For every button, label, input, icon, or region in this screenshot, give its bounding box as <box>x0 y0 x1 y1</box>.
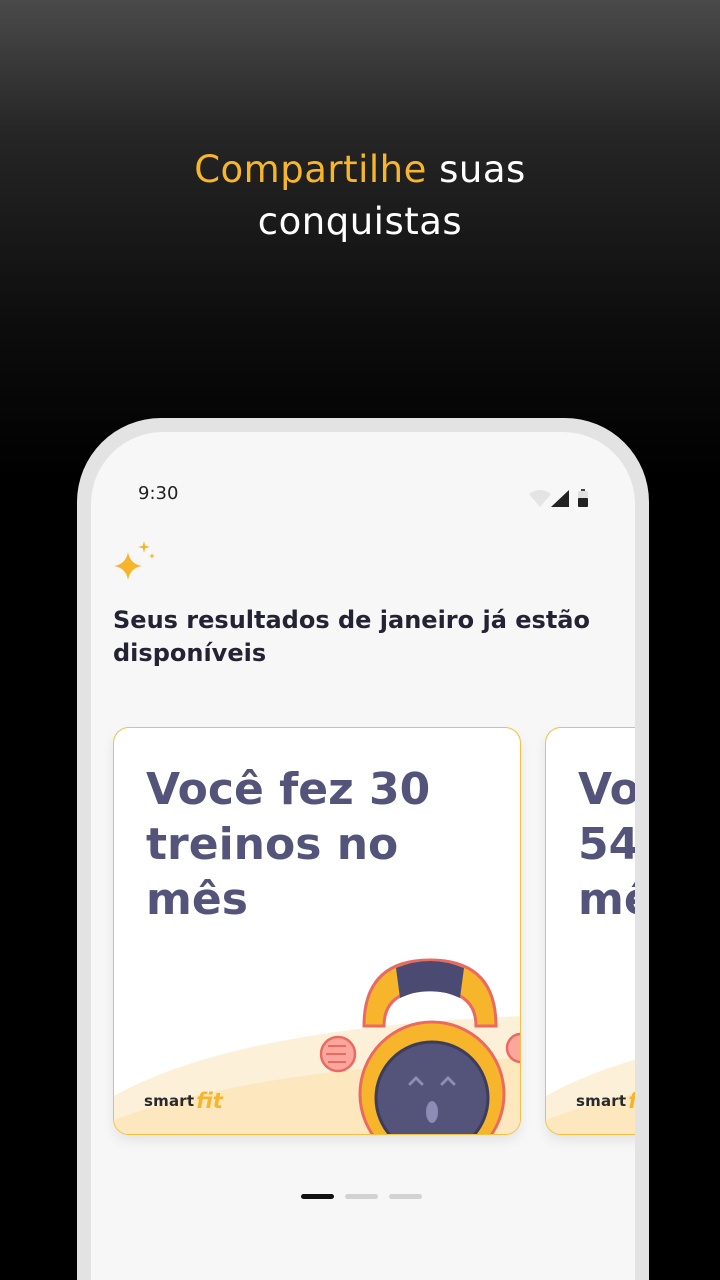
status-icons <box>529 489 588 507</box>
status-time: 9:30 <box>138 483 179 504</box>
wifi-icon <box>529 490 551 507</box>
card-text-line-3: mê <box>578 874 635 925</box>
logo-fit-text: fit <box>196 1089 223 1113</box>
pagination-dots <box>301 1194 425 1200</box>
phone-screen: 9:30 Seus resultados de janeiro já estão… <box>91 432 635 1280</box>
page-dot[interactable] <box>301 1194 334 1199</box>
phone-mockup: 9:30 Seus resultados de janeiro já estão… <box>77 418 649 1280</box>
card-text: Você fez 30 treinos no mês <box>146 762 506 927</box>
signal-icon <box>551 490 569 507</box>
hero-accent-text: Compartilhe <box>194 148 427 191</box>
achievement-card[interactable]: Você fez 30 treinos no mês smart fit <box>113 727 521 1135</box>
card-text-line-2: treinos no mês <box>146 819 399 925</box>
page-dot[interactable] <box>345 1194 378 1199</box>
hero-line-1: Compartilhe suas <box>0 144 720 196</box>
hero-heading: Compartilhe suas conquistas <box>0 144 720 248</box>
sparkle-icon <box>114 541 155 580</box>
left-fist-icon <box>319 1035 357 1073</box>
card-text-line-1: Vo <box>578 764 635 815</box>
card-text-line-1: Você fez 30 <box>146 764 431 815</box>
achievement-card[interactable]: Vo 54 mê smart fit <box>545 727 635 1135</box>
logo-smart-text: smart <box>576 1092 627 1110</box>
card-text: Vo 54 mê <box>578 762 635 927</box>
logo-smart-text: smart <box>144 1092 195 1110</box>
logo-fit-text: fit <box>628 1089 635 1113</box>
smartfit-logo: smart fit <box>144 1086 223 1116</box>
hero-rest-text: suas <box>426 148 526 191</box>
hero-line-2: conquistas <box>257 200 463 243</box>
results-title: Seus resultados de janeiro já estão disp… <box>113 606 590 667</box>
battery-icon <box>578 489 588 507</box>
smartfit-logo: smart fit <box>576 1086 635 1116</box>
page-dot[interactable] <box>389 1194 422 1199</box>
card-text-line-2: 54 <box>578 819 635 870</box>
